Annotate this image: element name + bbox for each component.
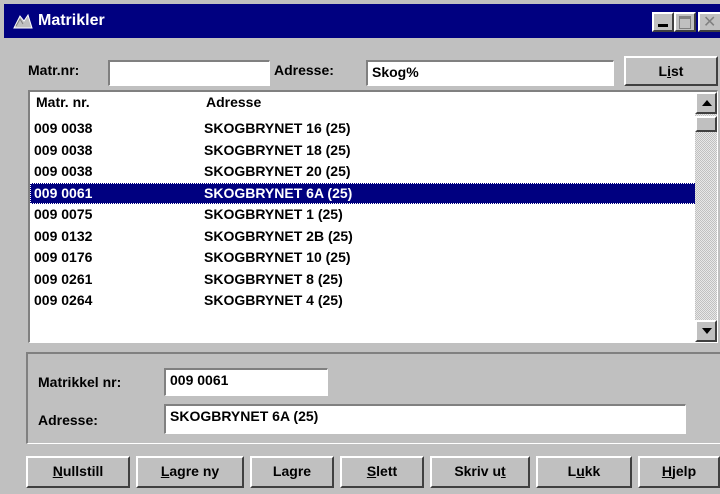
list-item-adresse: SKOGBRYNET 16 (25) <box>204 120 351 136</box>
list-item[interactable]: 009 0038 SKOGBRYNET 20 (25) <box>30 161 696 183</box>
list-item[interactable]: 009 0061 SKOGBRYNET 6A (25) <box>30 182 696 204</box>
matrikkel-nr-label: Matrikkel nr: <box>38 374 122 390</box>
hjelp-button[interactable]: Hjelp <box>638 456 720 488</box>
scroll-down-button[interactable] <box>695 320 717 342</box>
matrikler-window: Matrikler ✕ Matr.nr: Adresse: Skog% List… <box>0 0 720 494</box>
adresse-detail-label: Adresse: <box>38 412 98 428</box>
nullstill-label: Nullstill <box>52 463 104 479</box>
list-item-matr: 009 0075 <box>34 206 93 222</box>
adresse-detail-field[interactable]: SKOGBRYNET 6A (25) <box>164 404 686 434</box>
list-item[interactable]: 009 0264 SKOGBRYNET 4 (25) <box>30 290 696 312</box>
list-item-matr: 009 0261 <box>34 270 93 287</box>
list-item-matr: 009 0038 <box>34 120 93 136</box>
list-item-adresse: SKOGBRYNET 6A (25) <box>204 184 353 201</box>
lagre-button[interactable]: Lagre <box>250 456 334 488</box>
arrow-up-icon <box>702 100 712 106</box>
adresse-search-input[interactable]: Skog% <box>366 60 614 86</box>
list-item[interactable]: 009 0075 SKOGBRYNET 1 (25) <box>30 204 696 226</box>
list-item[interactable]: 009 0261 SKOGBRYNET 8 (25) <box>30 269 696 291</box>
list-item-matr: 009 0132 <box>34 227 93 244</box>
list-item[interactable]: 009 0132 SKOGBRYNET 2B (25) <box>30 226 696 248</box>
column-header-matr[interactable]: Matr. nr. <box>36 94 90 110</box>
skriv-ut-label: Skriv ut <box>454 463 506 479</box>
app-icon <box>12 12 34 32</box>
minimize-button[interactable] <box>652 12 674 32</box>
list-header: Matr. nr. Adresse <box>32 94 696 118</box>
arrow-down-icon <box>702 328 712 334</box>
list-item-matr: 009 0038 <box>34 163 93 179</box>
list-item[interactable]: 009 0176 SKOGBRYNET 10 (25) <box>30 247 696 269</box>
list-item-matr: 009 0061 <box>34 184 93 201</box>
close-button[interactable]: ✕ <box>698 12 720 32</box>
matr-nr-input[interactable] <box>108 60 270 86</box>
lukk-button[interactable]: Lukk <box>536 456 632 488</box>
list-button[interactable]: List <box>624 56 718 86</box>
skriv-ut-button[interactable]: Skriv ut <box>430 456 530 488</box>
list-item-adresse: SKOGBRYNET 2B (25) <box>204 227 353 244</box>
nullstill-button[interactable]: Nullstill <box>26 456 130 488</box>
lukk-label: Lukk <box>567 463 601 479</box>
list-item-adresse: SKOGBRYNET 18 (25) <box>204 141 351 158</box>
list-item-matr: 009 0176 <box>34 249 93 265</box>
lagre-label: Lagre <box>272 463 312 479</box>
list-item[interactable]: 009 0038 SKOGBRYNET 18 (25) <box>30 140 696 162</box>
list-item-matr: 009 0038 <box>34 141 93 158</box>
window-title: Matrikler <box>38 12 105 29</box>
adresse-search-label: Adresse: <box>274 62 334 78</box>
list-item[interactable]: 009 0038 SKOGBRYNET 16 (25) <box>30 118 696 140</box>
lagre-ny-label: Lagre ny <box>160 463 220 479</box>
matr-nr-label: Matr.nr: <box>28 62 80 78</box>
list-item-adresse: SKOGBRYNET 20 (25) <box>204 163 351 179</box>
list-item-adresse: SKOGBRYNET 8 (25) <box>204 270 343 287</box>
list-item-adresse: SKOGBRYNET 4 (25) <box>204 292 343 308</box>
list-item-matr: 009 0264 <box>34 292 93 308</box>
slett-label: Slett <box>366 463 398 479</box>
scroll-thumb[interactable] <box>695 116 717 132</box>
maximize-button[interactable] <box>674 12 696 32</box>
matrikkel-list[interactable]: Matr. nr. Adresse 009 0038 SKOGBRYNET 16 … <box>28 90 718 343</box>
matrikkel-nr-field[interactable]: 009 0061 <box>164 368 328 396</box>
scroll-up-button[interactable] <box>695 92 717 114</box>
column-header-adresse[interactable]: Adresse <box>206 94 261 110</box>
list-item-adresse: SKOGBRYNET 10 (25) <box>204 249 351 265</box>
list-item-adresse: SKOGBRYNET 1 (25) <box>204 206 343 222</box>
hjelp-label: Hjelp <box>661 463 697 479</box>
title-bar[interactable]: Matrikler ✕ <box>4 4 720 38</box>
list-scrollbar[interactable] <box>695 92 717 342</box>
list-button-label: List <box>658 63 684 79</box>
lagre-ny-button[interactable]: Lagre ny <box>136 456 244 488</box>
close-icon: ✕ <box>703 14 717 31</box>
slett-button[interactable]: Slett <box>340 456 424 488</box>
list-rows: 009 0038 SKOGBRYNET 16 (25) 009 0038 SKOGBR… <box>30 118 696 312</box>
